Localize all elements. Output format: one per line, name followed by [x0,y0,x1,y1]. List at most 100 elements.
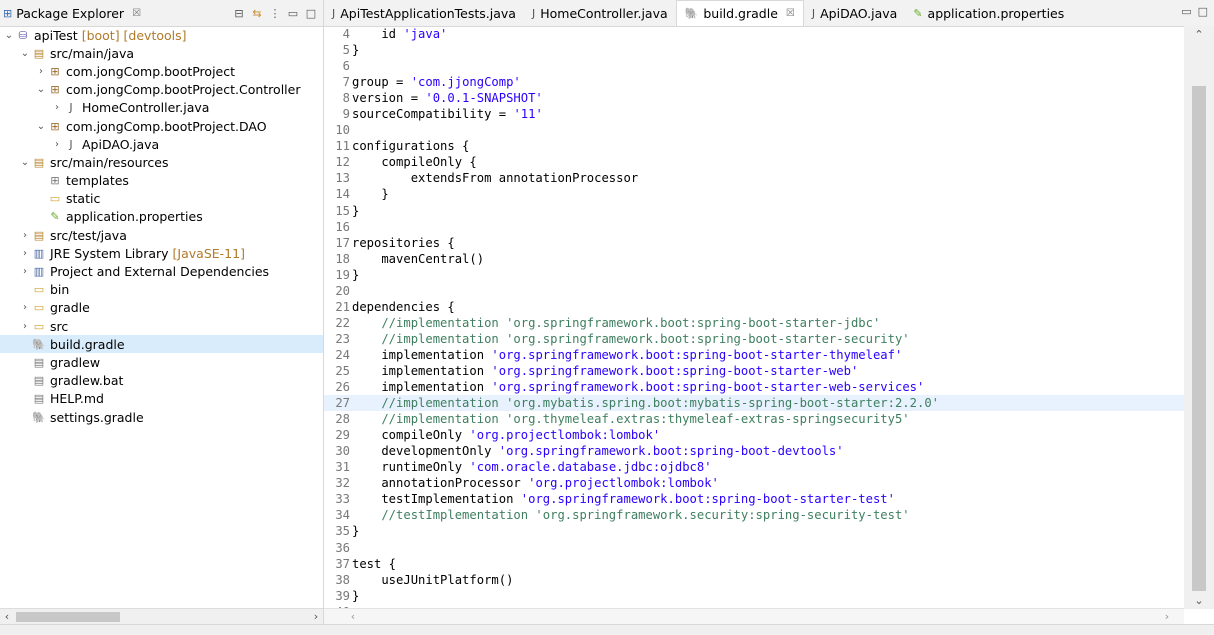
scrollbar-thumb[interactable] [16,612,120,622]
tree-item[interactable]: ▭ static [0,190,323,208]
code-line[interactable]: 22 //implementation 'org.springframework… [324,315,1184,331]
tree-item[interactable]: › ▭ src [0,317,323,335]
code-line[interactable]: 33 testImplementation 'org.springframewo… [324,491,1184,507]
code-line[interactable]: 23 //implementation 'org.springframework… [324,331,1184,347]
chevron-down-icon[interactable]: ⌄ [35,121,47,132]
code-line[interactable]: 16 [324,219,1184,235]
editor-tab[interactable]: J ApiTestApplicationTests.java [324,1,524,26]
tree-item[interactable]: › J ApiDAO.java [0,135,323,153]
code-line[interactable]: 15} [324,203,1184,219]
chevron-right-icon[interactable]: › [19,248,31,259]
code-line[interactable]: 19} [324,267,1184,283]
tree-item[interactable]: › ▥ Project and External Dependencies [0,262,323,280]
code-line[interactable]: 27 //implementation 'org.mybatis.spring.… [324,395,1184,412]
package-explorer-tab[interactable]: ⊞ Package Explorer ☒ [3,6,141,21]
maximize-icon[interactable]: □ [305,7,317,20]
code-line[interactable]: 29 compileOnly 'org.projectlombok:lombok… [324,427,1184,443]
code-line[interactable]: 25 implementation 'org.springframework.b… [324,363,1184,379]
scroll-right-icon[interactable]: › [1160,609,1174,625]
scroll-right-icon[interactable]: › [309,609,323,625]
code-line[interactable]: 28 //implementation 'org.thymeleaf.extra… [324,411,1184,427]
scroll-down-icon[interactable]: ⌄ [1184,594,1214,607]
view-menu-icon[interactable]: ⋮ [269,7,281,20]
collapse-all-icon[interactable]: ⊟ [233,7,245,20]
code-line[interactable]: 39} [324,588,1184,604]
chevron-right-icon[interactable]: › [19,230,31,241]
chevron-down-icon[interactable]: ⌄ [35,84,47,95]
tree-item[interactable]: ▤ gradlew.bat [0,372,323,390]
chevron-right-icon[interactable]: › [51,102,63,113]
minimize-icon[interactable]: ▭ [1181,5,1191,18]
tree-item[interactable]: ⌄ ▤ src/main/resources [0,153,323,171]
tree-item[interactable]: › J HomeController.java [0,99,323,117]
code-line[interactable]: 20 [324,283,1184,299]
tree-item[interactable]: ⌄ ⊞ com.jongComp.bootProject.Controller [0,81,323,99]
maximize-icon[interactable]: □ [1198,5,1208,18]
tree-item[interactable]: ⌄ ▤ src/main/java [0,44,323,62]
code-line[interactable]: 5} [324,42,1184,58]
code-line[interactable]: 32 annotationProcessor 'org.projectlombo… [324,475,1184,491]
chevron-right-icon[interactable]: › [19,302,31,313]
scrollbar-thumb[interactable] [1192,86,1206,591]
scroll-up-icon[interactable]: ⌃ [1184,28,1214,41]
code-line[interactable]: 14 } [324,186,1184,202]
chevron-down-icon[interactable]: ⌄ [3,30,15,41]
code-line[interactable]: 11 configurations { [324,138,1184,154]
chevron-down-icon[interactable]: ⌄ [19,48,31,59]
code-line[interactable]: 30 developmentOnly 'org.springframework.… [324,443,1184,459]
editor-tab[interactable]: 🐘 build.gradle ☒ [675,0,804,26]
close-icon[interactable]: ☒ [786,8,795,19]
chevron-right-icon[interactable]: › [19,321,31,332]
editor-tab[interactable]: J ApiDAO.java [804,1,905,26]
editor-tab[interactable]: ✎ application.properties [905,1,1072,26]
link-with-editor-icon[interactable]: ⇆ [251,7,263,20]
tree-item[interactable]: ⌄ ⛁ apiTest [boot] [devtools] [0,26,323,44]
code-line[interactable]: 21 dependencies { [324,299,1184,315]
scroll-left-icon[interactable]: ‹ [346,609,360,625]
code-line[interactable]: 34 //testImplementation 'org.springframe… [324,507,1184,523]
scroll-left-icon[interactable]: ‹ [0,609,14,625]
editor-vertical-scrollbar[interactable]: ⌃ ⌄ [1184,26,1214,609]
tree-item[interactable]: ⌄ ⊞ com.jongComp.bootProject.DAO [0,117,323,135]
code-line[interactable]: 9 sourceCompatibility = '11' [324,106,1184,122]
tree-item[interactable]: ▤ HELP.md [0,390,323,408]
chevron-right-icon[interactable]: › [19,266,31,277]
line-text: } [350,187,388,201]
code-line[interactable]: 4 id 'java' [324,26,1184,42]
code-line[interactable]: 17 repositories { [324,235,1184,251]
code-line[interactable]: 26 implementation 'org.springframework.b… [324,379,1184,395]
code-line[interactable]: 6 [324,58,1184,74]
close-icon[interactable]: ☒ [132,8,141,19]
tree-item[interactable]: 🐘 settings.gradle [0,408,323,426]
code-line[interactable]: 13 extendsFrom annotationProcessor [324,170,1184,186]
tree-item[interactable]: ▤ gradlew [0,353,323,371]
code-line[interactable]: 8 version = '0.0.1-SNAPSHOT' [324,90,1184,106]
tree-item[interactable]: 🐘 build.gradle [0,335,323,354]
editor-horizontal-scrollbar[interactable]: ‹ › [324,608,1184,625]
code-line[interactable]: 35} [324,523,1184,539]
tree-item[interactable]: › ▥ JRE System Library [JavaSE-11] [0,244,323,262]
tree-item[interactable]: › ▭ gradle [0,299,323,317]
tree-item[interactable]: ⊞ templates [0,172,323,190]
explorer-horizontal-scrollbar[interactable]: ‹ › [0,608,323,625]
code-line[interactable]: 36 [324,540,1184,556]
code-line[interactable]: 10 [324,122,1184,138]
tree-item[interactable]: ▭ bin [0,281,323,299]
code-line[interactable]: 18 mavenCentral() [324,251,1184,267]
chevron-down-icon[interactable]: ⌄ [19,157,31,168]
tree-item[interactable]: › ⊞ com.jongComp.bootProject [0,62,323,80]
chevron-right-icon[interactable]: › [35,66,47,77]
code-line[interactable]: 31 runtimeOnly 'com.oracle.database.jdbc… [324,459,1184,475]
code-line[interactable]: 37 test { [324,556,1184,572]
tree-item[interactable]: ✎ application.properties [0,208,323,226]
code-line[interactable]: 38 useJUnitPlatform() [324,572,1184,588]
code-editor[interactable]: 4 id 'java' 5} 6 7 group = 'com.jjongComp' 8 v… [324,26,1184,609]
chevron-right-icon[interactable]: › [51,139,63,150]
minimize-icon[interactable]: ▭ [287,7,299,20]
code-line[interactable]: 12 compileOnly { [324,154,1184,170]
code-line[interactable]: 24 implementation 'org.springframework.b… [324,347,1184,363]
tree-item[interactable]: › ▤ src/test/java [0,226,323,244]
string-token: 'org.projectlombok:lombok' [528,476,719,491]
editor-tab[interactable]: J HomeController.java [524,1,676,26]
code-line[interactable]: 7 group = 'com.jjongComp' [324,74,1184,90]
